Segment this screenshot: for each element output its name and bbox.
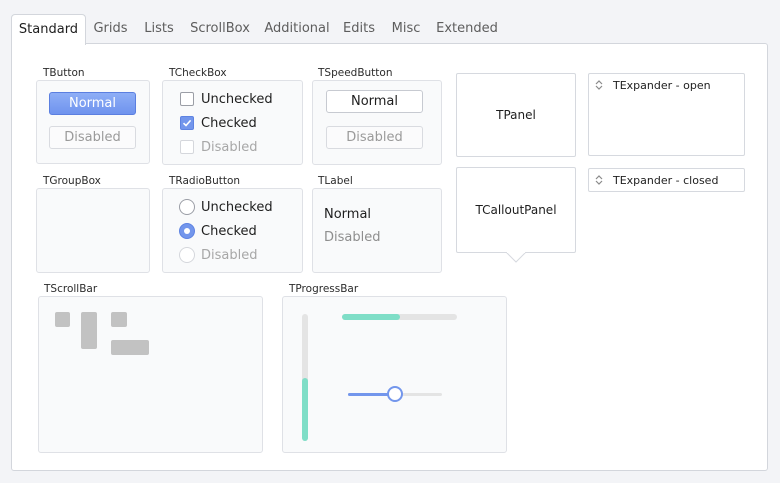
tab-additional[interactable]: Additional (260, 14, 334, 44)
speed-button-disabled[interactable]: Disabled (326, 126, 423, 149)
tab-misc[interactable]: Misc (388, 14, 424, 44)
vertical-progress-track (302, 314, 308, 441)
tab-lists[interactable]: Lists (139, 14, 179, 44)
tab-extended[interactable]: Extended (434, 14, 500, 44)
tab-scrollbox[interactable]: ScrollBox (186, 14, 254, 44)
radio-dot-icon (179, 223, 195, 239)
scrollbar-thumb[interactable] (55, 312, 70, 327)
radio-disabled[interactable]: Disabled (179, 245, 257, 265)
group-title-tprogressbar: TProgressBar (289, 283, 359, 295)
vertical-progress-fill (302, 377, 308, 441)
expander-open: TExpander - open (588, 73, 745, 156)
tcalloutpanel-caption: TCalloutPanel (475, 203, 557, 217)
radio-label: Unchecked (201, 199, 273, 215)
tpanel: TPanel (456, 73, 576, 157)
checkbox-checked[interactable]: Checked (180, 113, 257, 133)
tpanel-caption: TPanel (496, 108, 536, 122)
tcalloutpanel: TCalloutPanel (456, 167, 576, 253)
expander-closed-label: TExpander - closed (613, 173, 719, 187)
scrollbar-thumb[interactable] (111, 312, 127, 327)
radio-label: Checked (201, 223, 257, 239)
label-normal: Normal (324, 206, 372, 222)
normal-button[interactable]: Normal (49, 92, 136, 115)
group-title-tradiobutton: TRadioButton (169, 175, 241, 187)
slider-thumb[interactable] (387, 386, 403, 402)
tab-grids[interactable]: Grids (88, 14, 133, 44)
checkbox-box (180, 140, 194, 154)
expander-closed: TExpander - closed (588, 168, 745, 192)
horizontal-scrollbar-thumb[interactable] (111, 340, 149, 355)
group-title-tbutton: TButton (43, 67, 85, 79)
checkbox-label: Checked (201, 115, 257, 131)
expander-open-header[interactable]: TExpander - open (589, 74, 711, 96)
checkbox-label: Disabled (201, 139, 258, 155)
horizontal-progress-track (342, 314, 457, 320)
horizontal-progress-fill (342, 314, 400, 320)
disabled-button[interactable]: Disabled (49, 126, 136, 149)
group-tscrollbar (38, 296, 263, 453)
group-title-tcheckbox: TCheckBox (169, 67, 227, 79)
tab-edits[interactable]: Edits (340, 14, 378, 44)
radio-circle (179, 247, 195, 263)
radio-checked[interactable]: Checked (179, 221, 257, 241)
radio-unchecked[interactable]: Unchecked (179, 197, 273, 217)
radio-circle (179, 199, 195, 215)
vertical-scrollbar-thumb[interactable] (81, 312, 97, 349)
checkbox-box (180, 92, 194, 106)
speed-button-normal[interactable]: Normal (326, 90, 423, 113)
group-title-tspeedbutton: TSpeedButton (318, 67, 393, 79)
tab-standard[interactable]: Standard (11, 14, 86, 45)
expander-open-label: TExpander - open (613, 78, 711, 92)
group-title-tscrollbar: TScrollBar (44, 283, 98, 295)
group-tgroupbox (36, 188, 150, 273)
checkbox-unchecked[interactable]: Unchecked (180, 89, 273, 109)
label-disabled: Disabled (324, 229, 381, 245)
checkbox-label: Unchecked (201, 91, 273, 107)
expander-closed-header[interactable]: TExpander - closed (589, 169, 718, 191)
radio-label: Disabled (201, 247, 258, 263)
checkmark-icon (180, 116, 194, 130)
chevron-updown-icon (595, 80, 603, 90)
callout-pointer (506, 252, 526, 263)
checkbox-disabled[interactable]: Disabled (180, 137, 257, 157)
tab-bar: Standard Grids Lists ScrollBox Additiona… (11, 14, 768, 45)
group-title-tgroupbox: TGroupBox (43, 175, 101, 187)
group-title-tlabel: TLabel (318, 175, 353, 187)
slider-track[interactable] (348, 386, 442, 402)
chevron-updown-icon (595, 175, 603, 185)
